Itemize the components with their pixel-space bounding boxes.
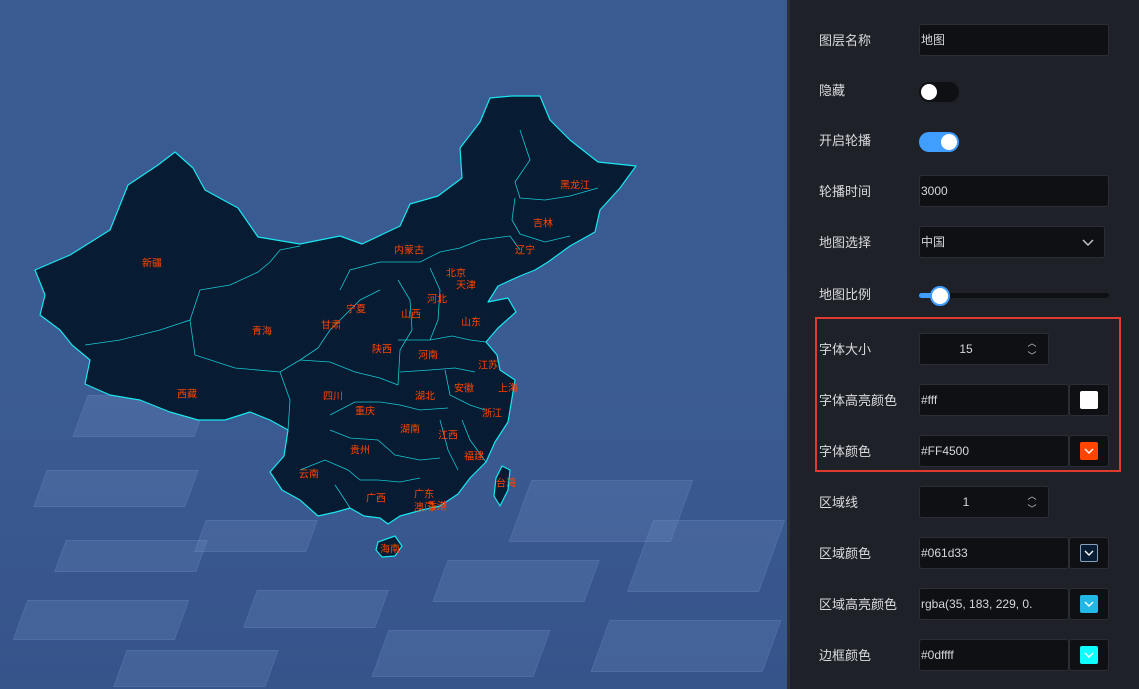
province-label: 福建 <box>464 451 484 463</box>
province-label: 江西 <box>438 430 458 442</box>
region-color-row: 区域颜色 #061d33 <box>790 537 1139 571</box>
province-label: 青海 <box>252 326 272 338</box>
region-color-label: 区域颜色 <box>819 546 872 561</box>
color-swatch <box>1080 544 1098 562</box>
chevron-down-icon <box>1084 601 1094 607</box>
province-label: 浙江 <box>482 408 502 420</box>
province-label: 安徽 <box>454 383 474 395</box>
chevron-down-icon <box>1084 550 1094 556</box>
carousel-label: 开启轮播 <box>819 133 872 148</box>
hidden-toggle[interactable] <box>919 82 959 102</box>
province-label: 重庆 <box>355 406 375 418</box>
province-label: 河南 <box>418 350 438 362</box>
region-highlight-color-row: 区域高亮颜色 rgba(35, 183, 229, 0. <box>790 588 1139 622</box>
province-label: 海南 <box>380 544 400 556</box>
carousel-time-input[interactable]: 3000 <box>919 175 1109 207</box>
map-scale-label: 地图比例 <box>819 287 872 302</box>
province-label: 江苏 <box>478 360 498 372</box>
map-scale-slider[interactable] <box>919 286 1109 306</box>
chevron-down-icon <box>1082 239 1094 246</box>
province-label: 陕西 <box>372 344 392 356</box>
toggle-knob <box>921 84 937 100</box>
slider-handle[interactable] <box>930 286 951 306</box>
region-highlight-color-label: 区域高亮颜色 <box>819 597 898 612</box>
province-label: 吉林 <box>533 218 553 230</box>
toggle-knob <box>941 134 957 150</box>
hidden-row: 隐藏 <box>790 74 1139 108</box>
province-label: 宁夏 <box>346 304 366 316</box>
layer-name-label: 图层名称 <box>819 33 872 48</box>
region-color-picker[interactable] <box>1069 537 1109 569</box>
province-label: 台湾 <box>496 478 516 490</box>
carousel-time-row: 轮播时间 3000 <box>790 175 1139 209</box>
region-line-stepper[interactable]: 1 ︿ ﹀ <box>919 486 1049 518</box>
carousel-row: 开启轮播 <box>790 124 1139 158</box>
region-highlight-color-picker[interactable] <box>1069 588 1109 620</box>
map-scale-row: 地图比例 <box>790 278 1139 312</box>
map-select-label: 地图选择 <box>819 235 872 250</box>
province-label: 新疆 <box>142 258 162 270</box>
carousel-time-label: 轮播时间 <box>819 184 872 199</box>
map-select-row: 地图选择 中国 <box>790 226 1139 260</box>
map-select-dropdown[interactable]: 中国 <box>919 226 1105 258</box>
province-label: 香港 <box>427 501 447 513</box>
region-line-value: 1 <box>962 495 970 509</box>
province-label: 天津 <box>456 280 476 292</box>
province-label: 湖北 <box>415 391 435 403</box>
province-label: 内蒙古 <box>394 245 424 257</box>
province-label: 山东 <box>461 317 481 329</box>
region-line-row: 区域线 1 ︿ ﹀ <box>790 486 1139 520</box>
region-line-label: 区域线 <box>819 495 859 510</box>
province-label: 山西 <box>401 309 421 321</box>
map-canvas[interactable]: 新疆 西藏 青海 甘肃 内蒙古 黑龙江 吉林 辽宁 北京 天津 河北 宁夏 山西 山东 陕西 河南 江苏 安徽 上海… <box>0 0 787 689</box>
layer-name-row: 图层名称 地图 <box>790 24 1139 58</box>
province-label: 黑龙江 <box>560 180 590 192</box>
province-label: 西藏 <box>177 389 197 401</box>
border-color-input[interactable]: #0dffff <box>919 639 1069 671</box>
province-label: 辽宁 <box>515 245 535 257</box>
province-label: 上海 <box>498 383 518 395</box>
province-label: 云南 <box>299 469 319 481</box>
layer-name-input[interactable]: 地图 <box>919 24 1109 56</box>
province-label: 河北 <box>427 294 447 306</box>
hidden-label: 隐藏 <box>819 83 846 98</box>
map-select-value: 中国 <box>921 235 946 249</box>
province-label: 广西 <box>366 493 386 505</box>
chevron-down-icon <box>1084 652 1094 658</box>
color-swatch <box>1080 646 1098 664</box>
carousel-toggle[interactable] <box>919 132 959 152</box>
province-label: 湖南 <box>400 424 420 436</box>
color-swatch <box>1080 595 1098 613</box>
province-label: 甘肃 <box>321 320 341 332</box>
province-label: 四川 <box>323 391 343 403</box>
region-highlight-color-input[interactable]: rgba(35, 183, 229, 0. <box>919 588 1069 620</box>
province-label: 贵州 <box>350 445 370 457</box>
decrement-icon[interactable]: ﹀ <box>1026 504 1038 515</box>
annotation-highlight-box <box>815 317 1121 472</box>
china-map[interactable] <box>0 0 787 689</box>
border-color-picker[interactable] <box>1069 639 1109 671</box>
border-color-row: 边框颜色 #0dffff <box>790 639 1139 673</box>
china-mainland-shape <box>34 95 637 525</box>
increment-icon[interactable]: ︿ <box>1026 491 1038 502</box>
region-color-input[interactable]: #061d33 <box>919 537 1069 569</box>
border-color-label: 边框颜色 <box>819 648 872 663</box>
